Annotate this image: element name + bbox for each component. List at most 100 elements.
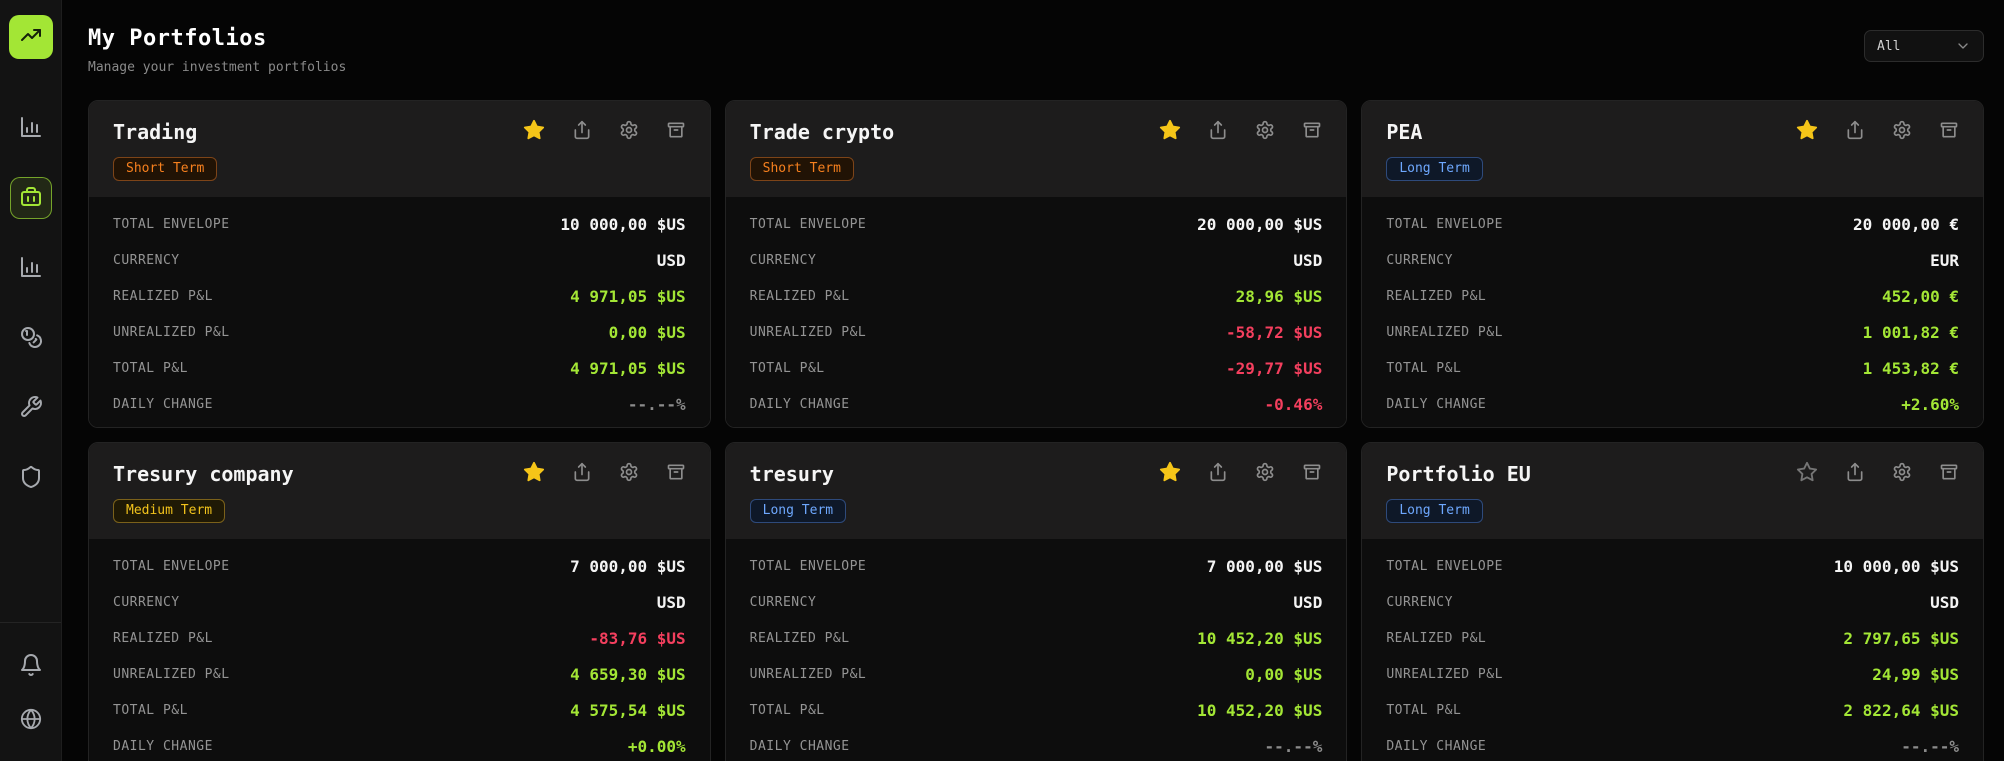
stat-value: 10 000,00 $US: [1833, 556, 1959, 576]
portfolio-name: Trading: [113, 119, 198, 144]
stat-row-daily-change: DAILY CHANGE --.--%: [113, 386, 686, 422]
sidebar-bottom: [0, 622, 61, 741]
stat-label: UNREALIZED P&L: [1386, 324, 1503, 340]
share-button[interactable]: [1845, 120, 1865, 143]
archive-button[interactable]: [1302, 120, 1322, 143]
archive-button[interactable]: [1939, 120, 1959, 143]
settings-button[interactable]: [619, 462, 639, 485]
archive-button[interactable]: [1939, 462, 1959, 485]
share-button[interactable]: [572, 120, 592, 143]
stat-row-daily-change: DAILY CHANGE --.--%: [750, 728, 1323, 761]
stat-value: 10 452,20 $US: [1197, 628, 1323, 648]
share-button[interactable]: [572, 462, 592, 485]
chevron-down-icon: [1955, 38, 1971, 54]
sidebar-item-tools[interactable]: [10, 387, 52, 429]
stat-value: 7 000,00 $US: [1206, 556, 1323, 576]
stat-row-total-pl: TOTAL P&L 10 452,20 $US: [750, 692, 1323, 728]
stat-row-realized-pl: REALIZED P&L 28,96 $US: [750, 278, 1323, 314]
stat-row-total-envelope: TOTAL ENVELOPE 10 000,00 $US: [1386, 548, 1959, 584]
share-button[interactable]: [1208, 120, 1228, 143]
portfolio-card[interactable]: Tresury company Medium Term TOTAL ENVELO…: [88, 442, 711, 761]
archive-icon: [1302, 120, 1322, 143]
archive-icon: [666, 120, 686, 143]
portfolio-card[interactable]: Trading Short Term TOTAL ENVELOPE 10 000…: [88, 100, 711, 428]
portfolio-card-body: TOTAL ENVELOPE 7 000,00 $US CURRENCY USD…: [725, 539, 1347, 761]
archive-icon: [1939, 462, 1959, 485]
wrench-icon: [19, 395, 43, 422]
share-button[interactable]: [1208, 462, 1228, 485]
stat-value: USD: [1930, 592, 1959, 612]
favorite-button[interactable]: [523, 461, 545, 486]
stat-label: CURRENCY: [113, 594, 180, 610]
notifications-button[interactable]: [10, 645, 52, 687]
stat-row-total-pl: TOTAL P&L 4 575,54 $US: [113, 692, 686, 728]
sidebar-divider: [0, 622, 61, 623]
app-logo[interactable]: [8, 15, 53, 59]
trending-up-icon: [19, 23, 43, 51]
settings-button[interactable]: [1892, 120, 1912, 143]
stat-label: UNREALIZED P&L: [113, 324, 230, 340]
archive-button[interactable]: [1302, 462, 1322, 485]
sidebar-item-security[interactable]: [10, 457, 52, 499]
share-icon: [1208, 462, 1228, 485]
portfolio-card-body: TOTAL ENVELOPE 20 000,00 $US CURRENCY US…: [725, 197, 1347, 427]
share-icon: [572, 462, 592, 485]
stat-value: USD: [1293, 250, 1323, 270]
stat-label: UNREALIZED P&L: [749, 324, 867, 340]
sidebar-item-portfolios[interactable]: [9, 177, 52, 219]
stat-label: REALIZED P&L: [113, 288, 213, 304]
favorite-button[interactable]: [1796, 461, 1818, 486]
stat-value: 4 971,05 $US: [570, 358, 686, 378]
term-badge: Short Term: [749, 157, 854, 181]
settings-button[interactable]: [619, 120, 639, 143]
stat-row-total-pl: TOTAL P&L 1 453,82 €: [1386, 350, 1959, 386]
sidebar-nav: [9, 107, 52, 499]
settings-button[interactable]: [1255, 462, 1275, 485]
portfolio-card-header: Portfolio EU Long Term: [1362, 443, 1983, 539]
stat-value: 24,99 $US: [1872, 664, 1959, 684]
share-button[interactable]: [1845, 462, 1865, 485]
stat-label: REALIZED P&L: [113, 630, 213, 646]
stat-label: CURRENCY: [749, 252, 817, 268]
favorite-button[interactable]: [1796, 119, 1818, 144]
archive-button[interactable]: [666, 120, 686, 143]
settings-button[interactable]: [1892, 462, 1912, 485]
favorite-button[interactable]: [523, 119, 545, 144]
favorite-button[interactable]: [1159, 119, 1181, 144]
gear-icon: [1892, 462, 1912, 485]
language-button[interactable]: [10, 699, 52, 741]
sidebar-item-charts[interactable]: [10, 107, 52, 149]
stat-value: +0.00%: [627, 736, 686, 756]
portfolio-filter-select[interactable]: All: [1864, 30, 1984, 62]
stat-label: TOTAL ENVELOPE: [749, 558, 867, 574]
portfolio-card-header: PEA Long Term: [1362, 101, 1983, 197]
portfolio-name: Tresury company: [113, 461, 294, 486]
favorite-button[interactable]: [1159, 461, 1181, 486]
stat-value: 10 000,00 $US: [560, 214, 686, 234]
stat-value: 4 971,05 $US: [570, 286, 686, 306]
stat-label: REALIZED P&L: [749, 630, 850, 646]
stat-row-realized-pl: REALIZED P&L 10 452,20 $US: [750, 620, 1323, 656]
stat-value: -0.46%: [1264, 394, 1323, 414]
portfolio-card[interactable]: Trade crypto Short Term TOTAL ENVELOPE 2…: [724, 100, 1348, 428]
portfolio-card[interactable]: tresury Long Term TOTAL ENVELOPE 7 000,0…: [724, 442, 1348, 761]
stat-label: DAILY CHANGE: [113, 738, 213, 754]
portfolio-card-header: Trading Short Term: [89, 101, 710, 197]
portfolio-card[interactable]: PEA Long Term TOTAL ENVELOPE 20 000,00 €…: [1361, 100, 1984, 428]
stat-row-daily-change: DAILY CHANGE --.--%: [1386, 728, 1959, 761]
stat-row-currency: CURRENCY USD: [113, 242, 686, 278]
stat-row-unrealized-pl: UNREALIZED P&L 4 659,30 $US: [113, 656, 686, 692]
gear-icon: [1892, 120, 1912, 143]
star-icon: [1796, 461, 1818, 486]
term-badge: Long Term: [749, 499, 847, 523]
stat-row-total-envelope: TOTAL ENVELOPE 20 000,00 €: [1386, 206, 1959, 242]
settings-button[interactable]: [1255, 120, 1275, 143]
sidebar-item-coins[interactable]: [10, 317, 52, 359]
archive-button[interactable]: [666, 462, 686, 485]
portfolio-card-actions: [523, 119, 686, 144]
stat-label: DAILY CHANGE: [1386, 396, 1487, 412]
archive-icon: [1939, 120, 1959, 143]
sidebar: [0, 0, 62, 761]
sidebar-item-analytics[interactable]: [10, 247, 52, 289]
portfolio-card[interactable]: Portfolio EU Long Term TOTAL ENVELOPE 10…: [1361, 442, 1984, 761]
